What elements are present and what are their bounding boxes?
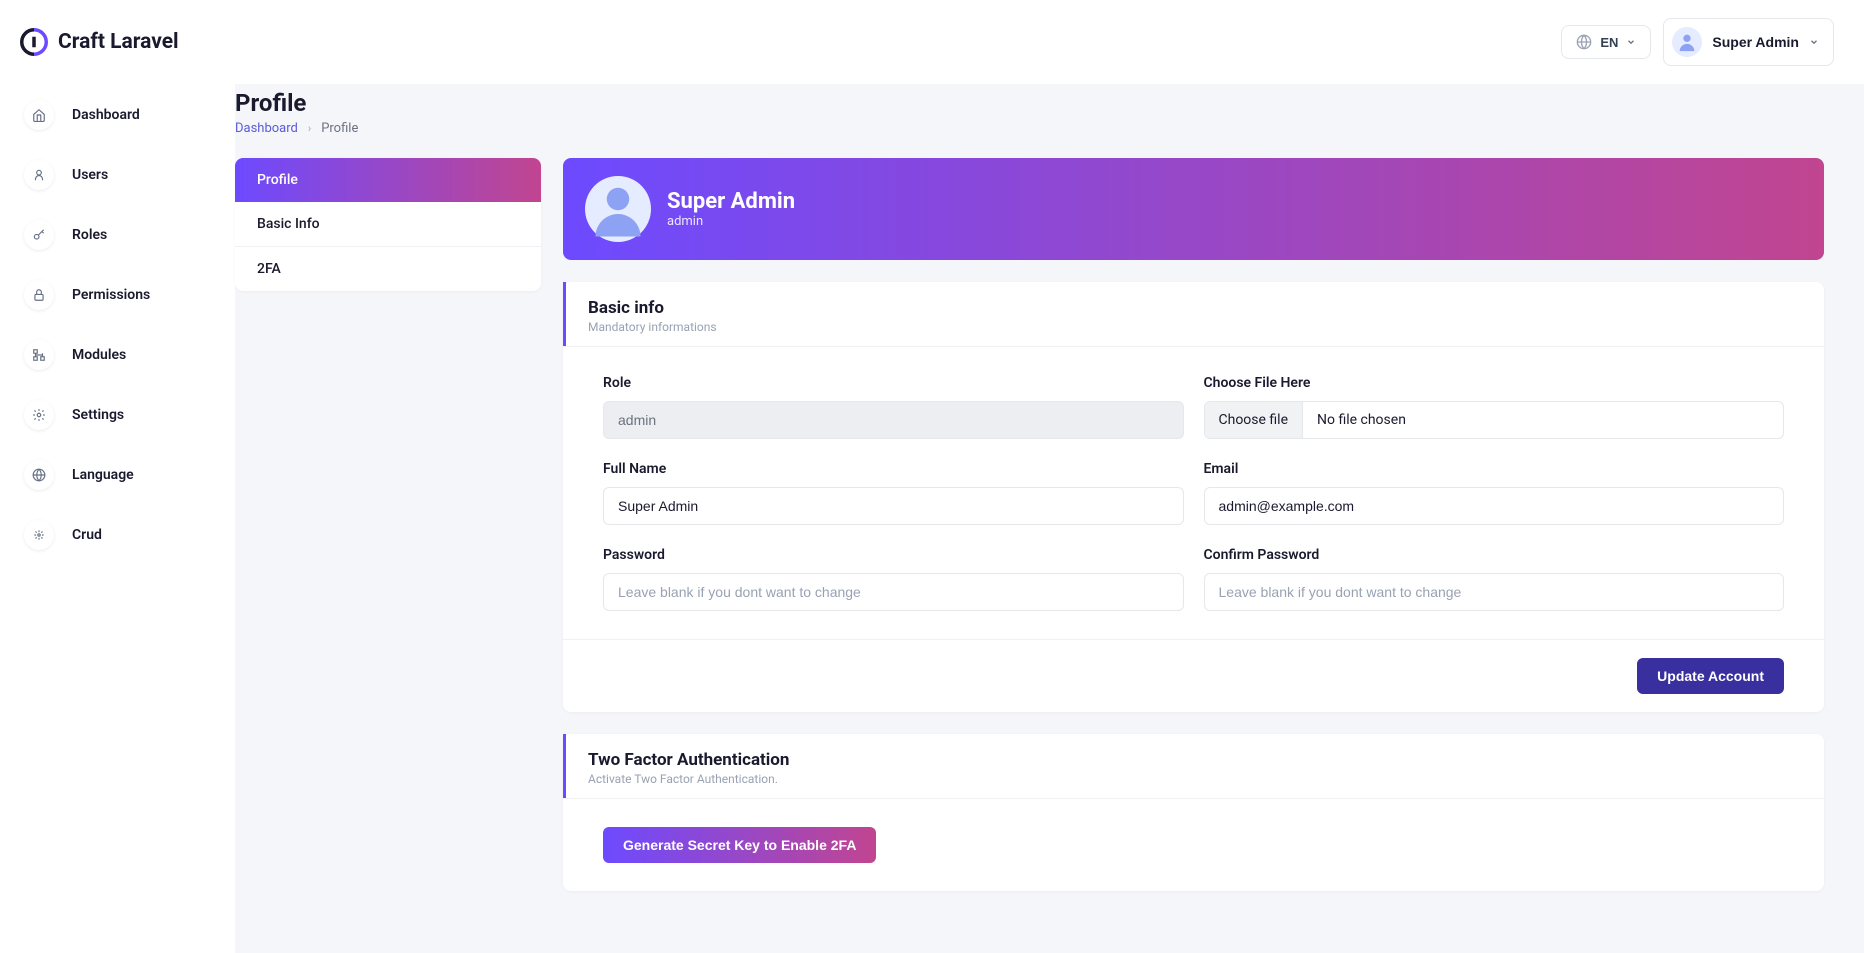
file-input[interactable]: Choose file No file chosen <box>1204 401 1785 439</box>
choose-file-button[interactable]: Choose file <box>1205 402 1304 438</box>
home-icon <box>24 100 54 130</box>
card-title: Basic info <box>588 298 1802 318</box>
language-code: EN <box>1600 35 1618 50</box>
sidebar-item-label: Users <box>72 167 108 183</box>
file-placeholder: No file chosen <box>1303 402 1420 438</box>
breadcrumb-root[interactable]: Dashboard <box>235 121 298 136</box>
chevron-right-icon: › <box>308 122 311 135</box>
tab-profile[interactable]: Profile <box>235 158 541 202</box>
sidebar-item-label: Roles <box>72 227 107 243</box>
user-icon <box>24 160 54 190</box>
brand-icon <box>20 28 48 56</box>
key-icon <box>24 220 54 250</box>
sidebar-item-label: Language <box>72 467 134 483</box>
gear-icon <box>24 400 54 430</box>
password-input[interactable] <box>603 573 1184 611</box>
basic-info-card: Basic info Mandatory informations Role C… <box>563 282 1824 712</box>
sidebar-item-roles[interactable]: Roles <box>18 214 215 256</box>
tab-2fa[interactable]: 2FA <box>235 247 541 291</box>
generate-2fa-key-button[interactable]: Generate Secret Key to Enable 2FA <box>603 827 876 863</box>
sidebar-item-label: Permissions <box>72 287 150 303</box>
brand-logo[interactable]: Craft Laravel <box>20 28 179 56</box>
main-content: Profile Dashboard › Profile Profile Basi… <box>235 84 1864 953</box>
page-title: Profile <box>235 89 1824 117</box>
update-account-button[interactable]: Update Account <box>1637 658 1784 694</box>
role-input <box>603 401 1184 439</box>
brand-name: Craft Laravel <box>58 30 179 54</box>
header-actions: EN Super Admin <box>1561 18 1834 66</box>
card-subtitle: Activate Two Factor Authentication. <box>588 772 1802 786</box>
tab-basic-info[interactable]: Basic Info <box>235 202 541 247</box>
sidebar-item-label: Settings <box>72 407 124 423</box>
language-switcher[interactable]: EN <box>1561 25 1651 59</box>
breadcrumb: Dashboard › Profile <box>235 121 1824 136</box>
profile-hero: Super Admin admin <box>563 158 1824 260</box>
sparkle-icon <box>24 520 54 550</box>
user-display-name: Super Admin <box>1712 34 1799 50</box>
email-input[interactable] <box>1204 487 1785 525</box>
confirm-password-input[interactable] <box>1204 573 1785 611</box>
role-label: Role <box>603 375 1184 391</box>
full-name-input[interactable] <box>603 487 1184 525</box>
sidebar-item-dashboard[interactable]: Dashboard <box>18 94 215 136</box>
sidebar-item-crud[interactable]: Crud <box>18 514 215 556</box>
card-subtitle: Mandatory informations <box>588 320 1802 334</box>
sidebar: Dashboard Users Roles Permissions Module… <box>0 84 235 953</box>
avatar <box>1672 27 1702 57</box>
sidebar-item-label: Modules <box>72 347 126 363</box>
card-title: Two Factor Authentication <box>588 750 1802 770</box>
password-label: Password <box>603 547 1184 563</box>
globe-icon <box>24 460 54 490</box>
confirm-password-label: Confirm Password <box>1204 547 1785 563</box>
sidebar-item-permissions[interactable]: Permissions <box>18 274 215 316</box>
hero-user-name: Super Admin <box>667 189 795 214</box>
sidebar-item-users[interactable]: Users <box>18 154 215 196</box>
full-name-label: Full Name <box>603 461 1184 477</box>
chevron-down-icon <box>1809 37 1819 47</box>
chevron-down-icon <box>1626 37 1636 47</box>
twofa-card: Two Factor Authentication Activate Two F… <box>563 734 1824 891</box>
sidebar-item-label: Crud <box>72 527 102 543</box>
user-menu[interactable]: Super Admin <box>1663 18 1834 66</box>
globe-icon <box>1576 34 1592 50</box>
sidebar-item-modules[interactable]: Modules <box>18 334 215 376</box>
avatar <box>585 176 651 242</box>
file-label: Choose File Here <box>1204 375 1785 391</box>
profile-tabs: Profile Basic Info 2FA <box>235 158 541 291</box>
sidebar-item-settings[interactable]: Settings <box>18 394 215 436</box>
header: Craft Laravel EN Super Admin <box>0 0 1864 84</box>
tree-icon <box>24 340 54 370</box>
hero-user-role: admin <box>667 214 795 229</box>
lock-icon <box>24 280 54 310</box>
sidebar-item-language[interactable]: Language <box>18 454 215 496</box>
sidebar-item-label: Dashboard <box>72 107 140 123</box>
breadcrumb-current: Profile <box>321 121 358 136</box>
email-label: Email <box>1204 461 1785 477</box>
